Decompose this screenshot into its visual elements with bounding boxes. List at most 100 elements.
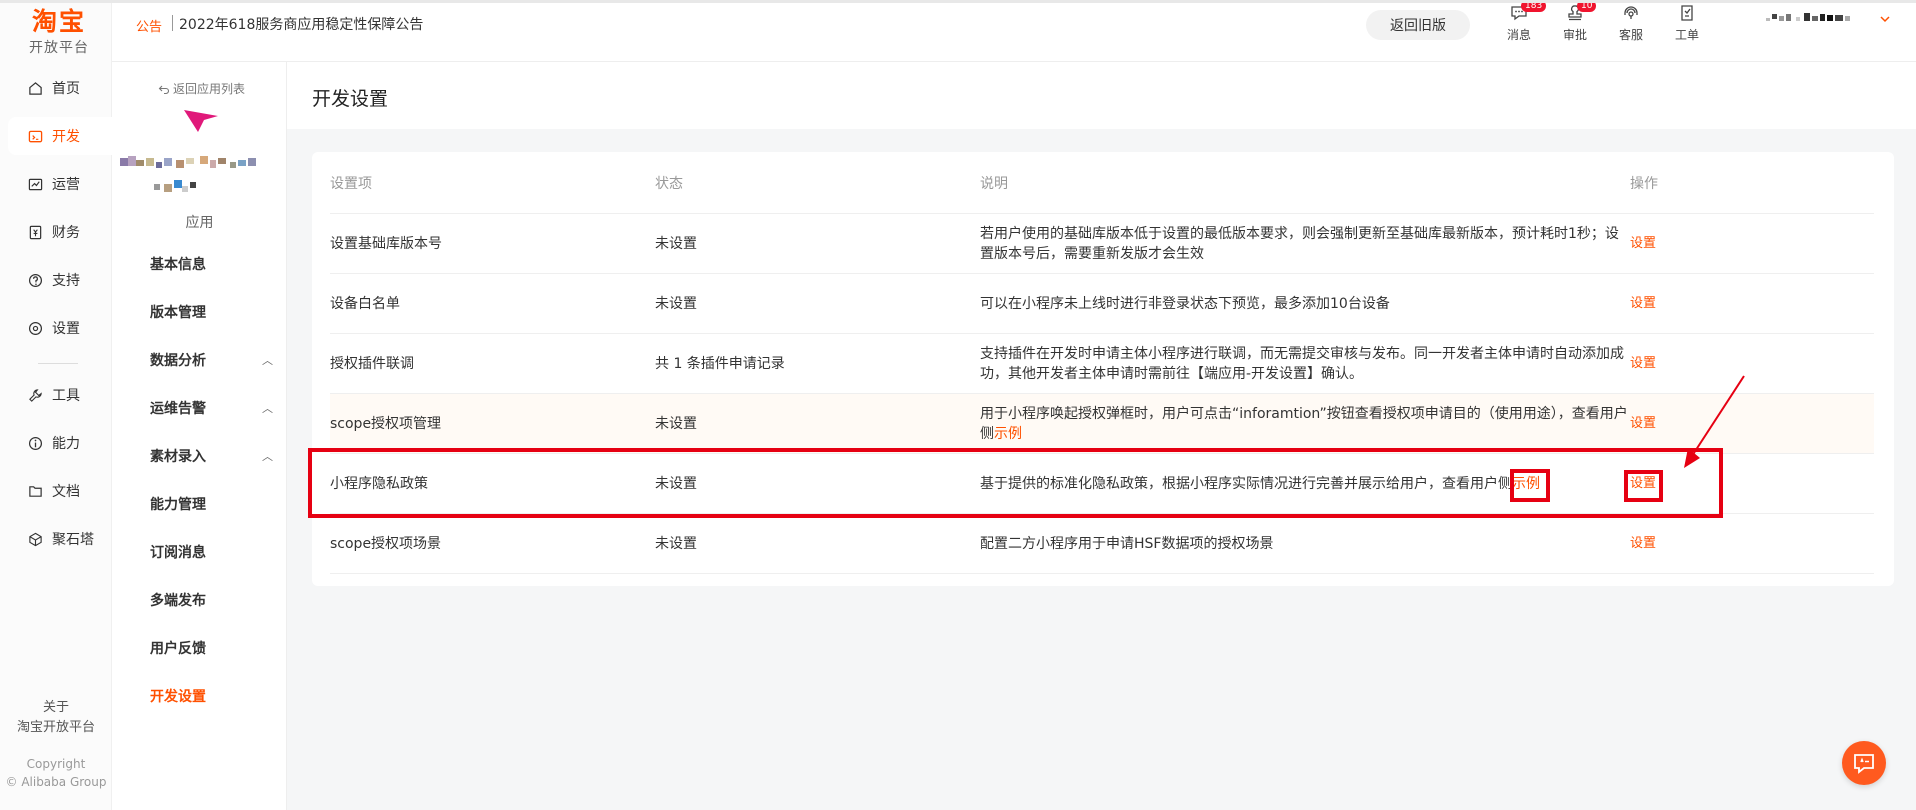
sidebar-item-label: 用户反馈 (150, 641, 206, 657)
header-customer-service[interactable]: 客服 (1609, 4, 1653, 43)
notice-tag: 公告 (136, 20, 163, 35)
chevron-down-icon (1880, 16, 1890, 23)
column-header-action: 操作 (1630, 175, 1658, 192)
wallet-icon (27, 224, 43, 240)
chat-float-button[interactable] (1842, 741, 1886, 785)
page-title: 开发设置 (312, 88, 389, 110)
logo-brand: 淘宝 (31, 7, 86, 36)
rail-item-settings[interactable]: 设置 (8, 309, 112, 347)
row-status: 未设置 (655, 415, 697, 432)
sidebar-item-label: 基本信息 (150, 257, 206, 273)
app-caption: 应用 (185, 215, 214, 231)
info-icon (27, 435, 43, 451)
about-line1: 关于 (42, 700, 69, 715)
row-name: scope授权项场景 (330, 535, 442, 552)
rail-item-label: 文档 (52, 484, 80, 500)
headset-icon (1624, 6, 1638, 19)
user-menu[interactable] (1766, 12, 1890, 26)
sidebar-item-alerts[interactable]: 运维告警 ︿ (150, 398, 275, 418)
sidebar-item-label: 版本管理 (150, 305, 206, 321)
rail-item-tools[interactable]: 工具 (8, 376, 112, 414)
rail-item-label: 能力 (52, 436, 80, 452)
copyright-line1: Copyright (26, 757, 86, 771)
settings-table: 设置项 状态 说明 操作 设置基础库版本号 未设置 若用户使用的基础库版本低于设… (312, 152, 1894, 586)
table-row: scope授权项场景 未设置 配置二方小程序用于申请HSF数据项的授权场景 设置 (330, 514, 1874, 574)
example-link[interactable]: 示例 (994, 426, 1022, 442)
sidebar-item-label: 素材录入 (150, 449, 206, 465)
notice-divider (172, 15, 173, 31)
row-name: 设置基础库版本号 (330, 235, 442, 252)
back-arrow-icon (158, 85, 170, 94)
row-desc: 支持插件在开发时申请主体小程序进行联调，而无需提交审核与发布。同一开发者主体申请… (980, 334, 1630, 393)
header-approval[interactable]: 10 审批 (1553, 0, 1597, 43)
sidebar-item-subscribe[interactable]: 订阅消息 (150, 542, 275, 562)
row-desc: 配置二方小程序用于申请HSF数据项的授权场景 (980, 514, 1630, 573)
rail-item-support[interactable]: 支持 (8, 261, 112, 299)
rail-item-label: 设置 (52, 321, 80, 337)
annotation-arrow-icon (1684, 375, 1745, 468)
table-row: 设置基础库版本号 未设置 若用户使用的基础库版本低于设置的最低版本要求，则会强制… (330, 214, 1874, 274)
about-link[interactable]: 关于 淘宝开放平台 (0, 698, 112, 738)
row-set-button[interactable]: 设置 (1630, 214, 1730, 273)
header-messages[interactable]: 183 消息 (1497, 0, 1547, 43)
table-row: 授权插件联调 共 1 条插件申请记录 支持插件在开发时申请主体小程序进行联调，而… (330, 334, 1874, 394)
rail-item-home[interactable]: 首页 (8, 69, 112, 107)
sidebar-item-label: 数据分析 (150, 353, 206, 369)
rail-item-ops[interactable]: 运营 (8, 165, 112, 203)
gear-icon (27, 320, 43, 336)
header-icon-label: 客服 (1618, 28, 1643, 42)
chevron-up-icon: ︿ (262, 354, 273, 367)
back-label: 返回应用列表 (173, 82, 246, 96)
row-set-button[interactable]: 设置 (1630, 514, 1730, 573)
rail-item-jushita[interactable]: 聚石塔 (8, 520, 112, 558)
row-name: 设备白名单 (330, 295, 400, 312)
row-desc: 用于小程序唤起授权弹框时，用户可点击“inforamtion”按钮查看授权项申请… (980, 394, 1630, 453)
sidebar-item-label: 多端发布 (150, 593, 206, 609)
cursor-arrow-icon (184, 110, 218, 132)
sidebar-item-label: 能力管理 (150, 497, 206, 513)
rail-item-label: 财务 (52, 225, 80, 241)
logo-subtitle: 开放平台 (29, 40, 89, 56)
sidebar-item-capability[interactable]: 能力管理 (150, 494, 275, 514)
row-desc-text: 配置二方小程序用于申请HSF数据项的授权场景 (980, 535, 1274, 552)
rail-item-label: 支持 (52, 273, 80, 289)
taobao-logo[interactable]: 淘宝 开放平台 (24, 8, 94, 57)
rail-item-finance[interactable]: 财务 (8, 213, 112, 251)
table-header-row: 设置项 状态 说明 操作 (330, 154, 1874, 214)
back-to-old-version-button[interactable]: 返回旧版 (1366, 10, 1470, 40)
sidebar-item-multi-publish[interactable]: 多端发布 (150, 590, 275, 610)
row-status: 未设置 (655, 295, 697, 312)
rail-item-dev[interactable]: 开发 (8, 117, 112, 155)
cube-icon (27, 531, 43, 547)
row-set-button[interactable]: 设置 (1630, 274, 1730, 333)
row-desc-text: 若用户使用的基础库版本低于设置的最低版本要求，则会强制更新至基础库最新版本，预计… (980, 225, 1619, 262)
row-desc-text: 可以在小程序未上线时进行非登录状态下预览，最多添加10台设备 (980, 295, 1390, 312)
notice-text[interactable]: 2022年618服务商应用稳定性保障公告 (179, 14, 423, 34)
code-icon (27, 128, 43, 144)
header-ticket[interactable]: 工单 (1665, 4, 1709, 43)
back-to-app-list-link[interactable]: 返回应用列表 (158, 80, 245, 97)
sidebar-item-data-analysis[interactable]: 数据分析 ︿ (150, 350, 275, 370)
header-icon-label: 消息 (1506, 28, 1531, 42)
sidebar-item-materials[interactable]: 素材录入 ︿ (150, 446, 275, 466)
chart-icon (27, 176, 43, 192)
wrench-icon (27, 387, 43, 403)
sidebar-item-version[interactable]: 版本管理 (150, 302, 275, 322)
rail-item-label: 运营 (52, 177, 80, 193)
column-header-desc: 说明 (980, 175, 1008, 192)
row-status: 未设置 (655, 535, 697, 552)
column-header-status: 状态 (655, 175, 683, 192)
sidebar-item-label: 开发设置 (150, 689, 206, 705)
rail-item-capability[interactable]: 能力 (8, 424, 112, 462)
rail-divider (38, 363, 78, 364)
rail-item-docs[interactable]: 文档 (8, 472, 112, 510)
row-name: scope授权项管理 (330, 415, 442, 432)
row-status: 共 1 条插件申请记录 (655, 355, 785, 372)
row-desc: 可以在小程序未上线时进行非登录状态下预览，最多添加10台设备 (980, 274, 1630, 333)
sidebar-item-basic-info[interactable]: 基本信息 (150, 254, 275, 274)
support-icon (27, 272, 43, 288)
sidebar-item-feedback[interactable]: 用户反馈 (150, 638, 275, 658)
app-avatar-pixelated (120, 156, 256, 192)
home-icon (27, 80, 43, 96)
sidebar-item-dev-settings[interactable]: 开发设置 (150, 686, 275, 706)
